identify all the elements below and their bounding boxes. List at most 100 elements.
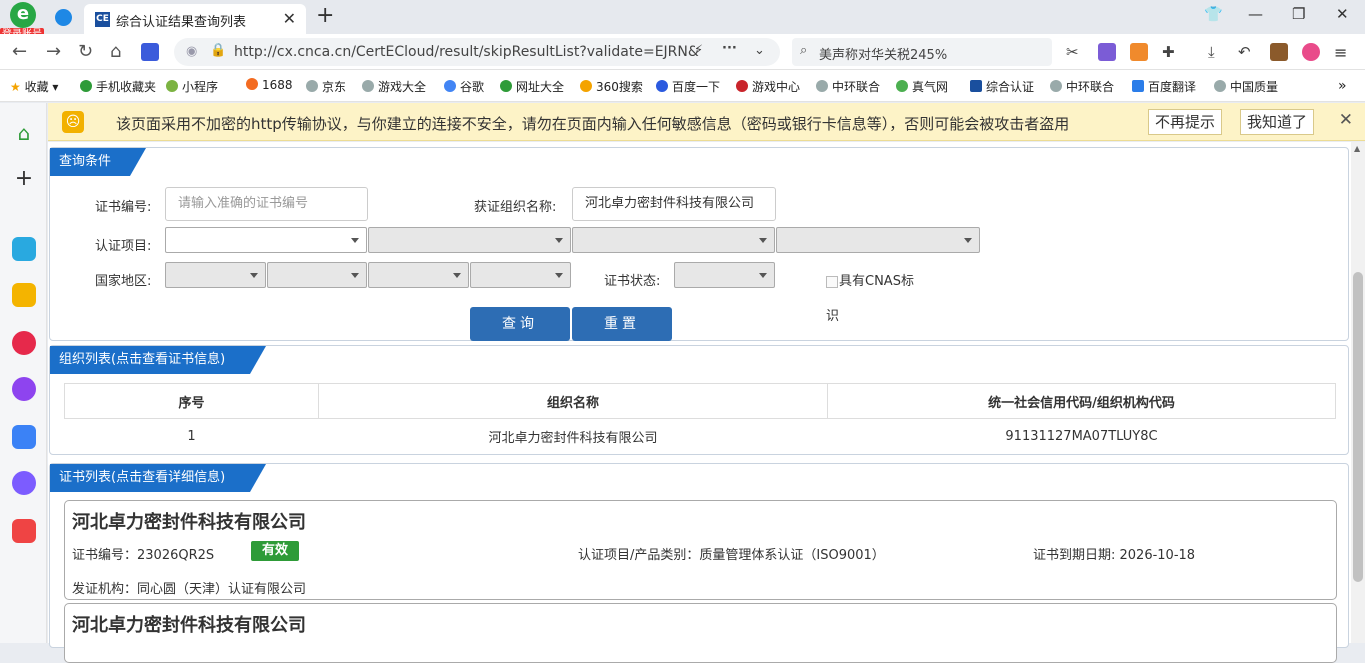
warning-icon: ☹ (62, 111, 84, 133)
briefcase-icon[interactable] (1270, 43, 1288, 61)
region-select-3[interactable] (368, 262, 469, 288)
tab-bar: e 登录账号 CE 综合认证结果查询列表 ✕ + 👕 — ❐ ✕ (0, 0, 1365, 41)
cert-org-name: 河北卓力密封件科技有限公司 (72, 512, 306, 533)
bookmark-item[interactable]: 综合认证 (970, 78, 1034, 95)
cell-index: 1 (187, 428, 196, 444)
star-app-icon[interactable] (12, 283, 36, 307)
bookmark-item[interactable]: 游戏中心 (736, 78, 800, 95)
add-icon[interactable]: + (12, 167, 36, 191)
cert-card[interactable]: 河北卓力密封件科技有限公司 (64, 603, 1337, 663)
query-panel-title: 查询条件 (50, 148, 146, 176)
cert-no-input[interactable]: 请输入准确的证书编号 (165, 187, 368, 221)
table-row[interactable]: 1 河北卓力密封件科技有限公司 91131127MA07TLUY8C (65, 419, 1336, 454)
scroll-up-icon[interactable]: ▲ (1354, 144, 1360, 153)
close-icon[interactable]: ✕ (1339, 110, 1353, 130)
pinned-tab-icon[interactable] (55, 9, 72, 26)
shirt-icon[interactable]: 👕 (1204, 5, 1223, 23)
page-scrollbar[interactable]: ▲ (1351, 142, 1365, 643)
forward-icon[interactable]: → (46, 41, 61, 62)
translate-icon[interactable] (1098, 43, 1116, 61)
bookmark-item[interactable]: 中环联合 (816, 78, 880, 95)
org-name-label: 获证组织名称: (474, 200, 557, 215)
ai-icon[interactable] (12, 377, 36, 401)
got-it-button[interactable]: 我知道了 (1240, 109, 1315, 135)
bookmark-favorites[interactable]: ★ 收藏 ▾ (10, 78, 58, 95)
chevron-down-icon[interactable]: ⌄ (754, 43, 765, 58)
network-icon[interactable] (12, 331, 36, 355)
scrollbar-thumb[interactable] (1353, 272, 1363, 582)
bookmark-item[interactable]: 百度翻译 (1132, 78, 1196, 95)
col-header-org-name: 组织名称 (318, 383, 828, 419)
org-list-panel: 组织列表(点击查看证书信息) 序号 组织名称 统一社会信用代码/组织机构代码 1… (49, 345, 1349, 455)
reset-button[interactable]: 重置 (572, 307, 672, 341)
search-button[interactable]: 查询 (470, 307, 570, 341)
cnas-checkbox[interactable] (826, 276, 838, 288)
org-list-title: 组织列表(点击查看证书信息) (50, 346, 266, 374)
bookmark-item[interactable]: 小程序 (166, 78, 218, 95)
query-panel: 查询条件 证书编号: 请输入准确的证书编号 获证组织名称: 河北卓力密封件科技有… (49, 147, 1349, 341)
cert-no-label: 证书编号: (95, 200, 152, 215)
bookmark-item[interactable]: 游戏大全 (362, 78, 426, 95)
insecure-warning-banner: ☹ 该页面采用不加密的http传输协议，与你建立的连接不安全，请勿在页面内输入任… (48, 103, 1365, 141)
project-select-2[interactable] (368, 227, 571, 253)
extensions-icon[interactable]: ✚ (1162, 43, 1180, 61)
ai-assistant-icon[interactable] (1302, 43, 1320, 61)
region-select-4[interactable] (470, 262, 571, 288)
ai-icon[interactable] (141, 43, 159, 61)
org-table: 序号 组织名称 统一社会信用代码/组织机构代码 1 河北卓力密封件科技有限公司 … (64, 383, 1336, 454)
game-icon[interactable] (12, 519, 36, 543)
menu-icon[interactable]: ≡ (1334, 43, 1352, 62)
lightning-icon[interactable]: ⚡ (694, 43, 703, 58)
bookmark-item[interactable]: 中环联合 (1050, 78, 1114, 95)
org-name-input[interactable]: 河北卓力密封件科技有限公司 (572, 187, 776, 221)
bookmark-item[interactable]: 1688 (246, 78, 293, 92)
scissors-icon[interactable]: ✂ (1066, 43, 1084, 61)
more-icon[interactable]: ··· (722, 41, 737, 56)
tab-close-icon[interactable]: ✕ (283, 9, 296, 28)
bookmark-item[interactable]: 真气网 (896, 78, 948, 95)
cert-project: 认证项目/产品类别：质量管理体系认证（ISO9001） (578, 548, 885, 563)
warning-message: 该页面采用不加密的http传输协议，与你建立的连接不安全，请勿在页面内输入任何敏… (116, 115, 1070, 133)
active-tab[interactable]: CE 综合认证结果查询列表 ✕ (84, 4, 306, 34)
bookmark-item[interactable]: 中国质量 (1214, 78, 1278, 95)
ai-app-icon[interactable] (12, 425, 36, 449)
app-icon[interactable] (12, 237, 36, 261)
restore-button[interactable]: ❐ (1292, 5, 1305, 23)
bookmark-item[interactable]: 谷歌 (444, 78, 484, 95)
region-label: 国家地区: (95, 274, 152, 289)
minimize-button[interactable]: — (1248, 5, 1263, 23)
cell-credit-code: 91131127MA07TLUY8C (1005, 428, 1158, 444)
insecure-lock-icon[interactable]: 🔒 (210, 43, 226, 58)
game-icon[interactable] (1130, 43, 1148, 61)
status-label: 证书状态: (604, 274, 661, 289)
project-select-3[interactable] (572, 227, 775, 253)
bookmark-item[interactable]: 360搜索 (580, 78, 643, 95)
cell-org-name[interactable]: 河北卓力密封件科技有限公司 (319, 419, 828, 454)
new-tab-button[interactable]: + (316, 3, 334, 28)
search-text: 美声称对华关税245% (819, 48, 948, 63)
download-icon[interactable]: ⤓ (1208, 43, 1226, 61)
undo-icon[interactable]: ↶ (1238, 43, 1256, 61)
cert-card[interactable]: 河北卓力密封件科技有限公司 证书编号：23026QR2S 有效 认证项目/产品类… (64, 500, 1337, 600)
browser-logo-icon: e (10, 2, 36, 28)
bookmark-item[interactable]: 手机收藏夹 (80, 78, 156, 95)
bookmark-item[interactable]: 京东 (306, 78, 346, 95)
home-icon[interactable]: ⌂ (12, 121, 36, 145)
refresh-icon[interactable]: ↻ (78, 41, 93, 62)
region-select-1[interactable] (165, 262, 266, 288)
project-select-4[interactable] (776, 227, 980, 253)
chat-icon[interactable] (12, 471, 36, 495)
no-remind-button[interactable]: 不再提示 (1148, 109, 1223, 135)
browser-logo[interactable]: e 登录账号 (0, 2, 44, 41)
close-window-button[interactable]: ✕ (1336, 5, 1349, 23)
region-select-2[interactable] (267, 262, 367, 288)
back-icon[interactable]: ← (12, 41, 27, 62)
home-icon[interactable]: ⌂ (110, 41, 121, 62)
url-field[interactable]: ◉ 🔒 http://cx.cnca.cn/CertECloud/result/… (174, 38, 780, 66)
bookmarks-overflow-icon[interactable]: » (1338, 78, 1347, 94)
search-field[interactable]: ⌕ 美声称对华关税245% (792, 38, 1052, 66)
bookmark-item[interactable]: 网址大全 (500, 78, 564, 95)
project-select-1[interactable] (165, 227, 367, 253)
bookmark-item[interactable]: 百度一下 (656, 78, 720, 95)
status-select[interactable] (674, 262, 775, 288)
